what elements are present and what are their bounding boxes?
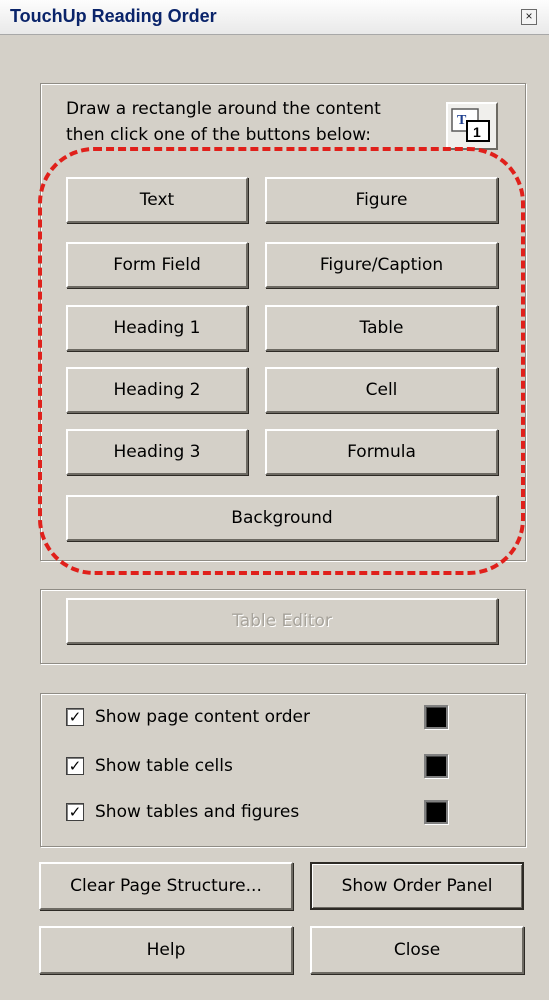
show-tables-and-figures-label: Show tables and figures xyxy=(95,802,300,822)
clear-page-structure-button[interactable]: Clear Page Structure... xyxy=(39,862,293,910)
close-button[interactable]: Close xyxy=(310,926,524,974)
table-button[interactable]: Table xyxy=(265,305,498,351)
background-button[interactable]: Background xyxy=(66,495,498,541)
instructions-line-1: Draw a rectangle around the content xyxy=(66,99,381,119)
text-button[interactable]: Text xyxy=(66,177,248,223)
heading-1-button[interactable]: Heading 1 xyxy=(66,305,248,351)
heading-3-button[interactable]: Heading 3 xyxy=(66,429,248,475)
table-cells-color-swatch[interactable] xyxy=(424,754,448,778)
title-bar[interactable]: TouchUp Reading Order × xyxy=(0,0,549,35)
figure-caption-button[interactable]: Figure/Caption xyxy=(265,242,498,288)
tables-and-figures-color-swatch[interactable] xyxy=(424,800,448,824)
show-order-panel-button[interactable]: Show Order Panel xyxy=(310,862,524,910)
show-tables-and-figures-checkbox[interactable]: ✓ xyxy=(66,803,84,821)
svg-text:1: 1 xyxy=(473,124,481,140)
heading-2-button[interactable]: Heading 2 xyxy=(66,367,248,413)
help-button[interactable]: Help xyxy=(39,926,293,974)
touchup-reading-order-dialog: TouchUp Reading Order × Draw a rectangle… xyxy=(0,0,549,1000)
instructions-line-2: then click one of the buttons below: xyxy=(66,125,372,145)
show-page-content-order-checkbox[interactable]: ✓ xyxy=(66,708,84,726)
page-content-order-color-swatch[interactable] xyxy=(424,705,448,729)
order-icon-button[interactable]: T 1 xyxy=(446,102,498,150)
order-icon: T 1 xyxy=(451,108,490,142)
show-page-content-order-label: Show page content order xyxy=(95,707,310,727)
svg-text:T: T xyxy=(457,113,467,128)
show-table-cells-checkbox[interactable]: ✓ xyxy=(66,757,84,775)
dialog-title: TouchUp Reading Order xyxy=(10,6,217,26)
formula-button[interactable]: Formula xyxy=(265,429,498,475)
figure-button[interactable]: Figure xyxy=(265,177,498,223)
instructions-text: Draw a rectangle around the content then… xyxy=(66,96,446,148)
cell-button[interactable]: Cell xyxy=(265,367,498,413)
show-table-cells-label: Show table cells xyxy=(95,756,233,776)
table-editor-button[interactable]: Table Editor xyxy=(66,598,498,644)
form-field-button[interactable]: Form Field xyxy=(66,242,248,288)
close-icon[interactable]: × xyxy=(521,9,537,25)
